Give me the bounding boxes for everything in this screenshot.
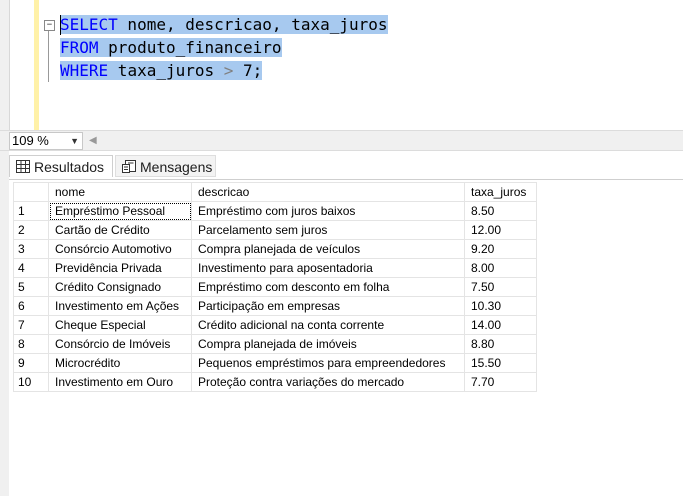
table-cell[interactable]: Investimento para aposentadoria: [191, 258, 465, 278]
table-cell[interactable]: Compra planejada de veículos: [191, 239, 465, 259]
table-cell[interactable]: Previdência Privada: [48, 258, 192, 278]
where-column: taxa_juros: [108, 61, 224, 80]
table-cell[interactable]: Parcelamento sem juros: [191, 220, 465, 240]
table-cell[interactable]: 8.50: [464, 201, 537, 221]
row-number[interactable]: 9: [13, 353, 49, 373]
table-cell[interactable]: Cheque Especial: [48, 315, 192, 335]
row-number[interactable]: 7: [13, 315, 49, 335]
table-cell[interactable]: Pequenos empréstimos para empreendedores: [191, 353, 465, 373]
tab-messages[interactable]: Mensagens: [115, 155, 216, 177]
table-row[interactable]: 4 Previdência Privada Investimento para ap…: [13, 258, 537, 278]
tab-messages-label: Mensagens: [140, 159, 213, 175]
row-number[interactable]: 1: [13, 201, 49, 221]
row-number[interactable]: 6: [13, 296, 49, 316]
table-cell[interactable]: Participação em empresas: [191, 296, 465, 316]
table-cell[interactable]: Empréstimo com juros baixos: [191, 201, 465, 221]
table-row[interactable]: 9 Microcrédito Pequenos empréstimos para e…: [13, 353, 537, 373]
table-cell[interactable]: Empréstimo com desconto em folha: [191, 277, 465, 297]
zoom-bar: 109 % ▼ ◀: [0, 130, 683, 151]
table-row[interactable]: 3 Consórcio Automotivo Compra planejada de…: [13, 239, 537, 259]
column-header[interactable]: descricao: [191, 182, 465, 202]
row-number-header[interactable]: [13, 182, 49, 202]
table-row[interactable]: 8 Consórcio de Imóveis Compra planejada de…: [13, 334, 537, 354]
table-cell[interactable]: Proteção contra variações do mercado: [191, 372, 465, 392]
row-number[interactable]: 4: [13, 258, 49, 278]
text-caret: [60, 15, 61, 35]
table-cell[interactable]: 8.80: [464, 334, 537, 354]
grid-header-row: nome descricao taxa_juros: [13, 182, 537, 202]
result-tabs: Resultados Mensagens: [9, 151, 683, 179]
table-cell[interactable]: Empréstimo Pessoal: [48, 201, 192, 221]
row-number[interactable]: 3: [13, 239, 49, 259]
row-number[interactable]: 10: [13, 372, 49, 392]
tab-results[interactable]: Resultados: [9, 155, 113, 177]
tab-results-label: Resultados: [34, 159, 105, 175]
messages-icon: [122, 160, 136, 173]
grid-icon: [16, 160, 30, 173]
table-cell[interactable]: 8.00: [464, 258, 537, 278]
row-number[interactable]: 2: [13, 220, 49, 240]
selection-margin: [34, 0, 39, 130]
table-cell[interactable]: Microcrédito: [48, 353, 192, 373]
query-editor[interactable]: − SELECT nome, descricao, taxa_juros FRO…: [0, 0, 683, 130]
zoom-value: 109 %: [12, 133, 49, 148]
code-line-3: WHERE taxa_juros > 7;: [60, 60, 263, 82]
table-row[interactable]: 6 Investimento em Ações Participação em em…: [13, 296, 537, 316]
results-grid-area: nome descricao taxa_juros 1 Empréstimo Pe…: [9, 179, 683, 496]
outline-guide: [48, 27, 49, 82]
collapse-icon[interactable]: −: [44, 20, 55, 31]
table-cell[interactable]: Investimento em Ações: [48, 296, 192, 316]
table-cell[interactable]: 7.50: [464, 277, 537, 297]
code-line-1: SELECT nome, descricao, taxa_juros: [60, 14, 388, 36]
keyword-from: FROM: [60, 38, 99, 57]
row-number[interactable]: 5: [13, 277, 49, 297]
table-row[interactable]: 1 Empréstimo Pessoal Empréstimo com juros …: [13, 201, 537, 221]
zoom-dropdown[interactable]: 109 % ▼: [9, 132, 83, 150]
table-row[interactable]: 5 Crédito Consignado Empréstimo com descon…: [13, 277, 537, 297]
chevron-down-icon[interactable]: ▼: [70, 133, 79, 149]
where-value: 7;: [233, 61, 263, 80]
table-cell[interactable]: 9.20: [464, 239, 537, 259]
table-cell[interactable]: 7.70: [464, 372, 537, 392]
code-line-2: FROM produto_financeiro: [60, 37, 282, 59]
table-cell[interactable]: Compra planejada de imóveis: [191, 334, 465, 354]
table-cell[interactable]: Consórcio Automotivo: [48, 239, 192, 259]
table-cell[interactable]: Investimento em Ouro: [48, 372, 192, 392]
scroll-left-icon[interactable]: ◀: [89, 134, 97, 147]
table-cell[interactable]: Crédito Consignado: [48, 277, 192, 297]
table-row[interactable]: 10 Investimento em Ouro Proteção contra va…: [13, 372, 537, 392]
operator: >: [223, 61, 234, 80]
column-header[interactable]: nome: [48, 182, 192, 202]
table-cell[interactable]: Crédito adicional na conta corrente: [191, 315, 465, 335]
select-columns: nome, descricao, taxa_juros: [117, 15, 388, 34]
column-header[interactable]: taxa_juros: [464, 182, 537, 202]
results-grid: nome descricao taxa_juros 1 Empréstimo Pe…: [13, 182, 537, 392]
keyword-select: SELECT: [60, 15, 118, 34]
table-cell[interactable]: 12.00: [464, 220, 537, 240]
table-row[interactable]: 2 Cartão de Crédito Parcelamento sem juros…: [13, 220, 537, 240]
table-cell[interactable]: 15.50: [464, 353, 537, 373]
table-cell[interactable]: 14.00: [464, 315, 537, 335]
table-cell[interactable]: 10.30: [464, 296, 537, 316]
table-name: produto_financeiro: [98, 38, 282, 57]
keyword-where: WHERE: [60, 61, 109, 80]
table-row[interactable]: 7 Cheque Especial Crédito adicional na con…: [13, 315, 537, 335]
table-cell[interactable]: Consórcio de Imóveis: [48, 334, 192, 354]
row-number[interactable]: 8: [13, 334, 49, 354]
table-cell[interactable]: Cartão de Crédito: [48, 220, 192, 240]
